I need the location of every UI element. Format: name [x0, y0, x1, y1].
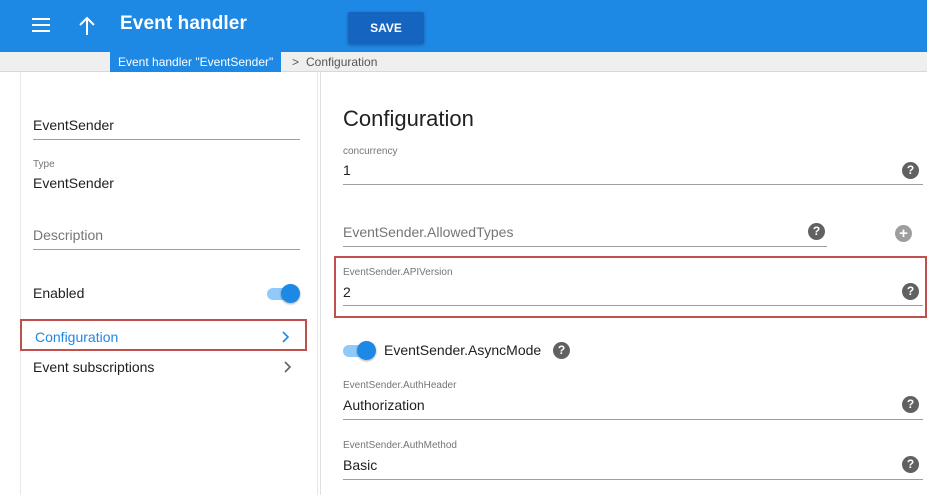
api-version-label: EventSender.APIVersion	[343, 267, 453, 278]
help-icon[interactable]: ?	[902, 283, 919, 300]
sidebar-item-label: Configuration	[35, 329, 119, 345]
auth-header-field-underline	[343, 419, 923, 420]
description-field[interactable]: Description	[33, 227, 103, 243]
enabled-label: Enabled	[33, 285, 85, 301]
name-field-underline	[33, 139, 300, 140]
async-mode-label: EventSender.AsyncMode	[384, 342, 542, 358]
auth-method-field-underline	[343, 479, 923, 480]
description-field-underline	[33, 249, 300, 250]
enabled-toggle[interactable]	[267, 283, 301, 303]
section-title: Configuration	[343, 106, 474, 131]
breadcrumb-separator-icon: >	[292, 55, 300, 69]
add-circle-icon[interactable]: +	[895, 225, 912, 242]
api-version-field[interactable]: 2	[343, 284, 351, 300]
save-button[interactable]: SAVE	[348, 12, 424, 44]
breadcrumb-current: Configuration	[306, 55, 378, 69]
auth-method-label: EventSender.AuthMethod	[343, 440, 457, 451]
help-icon[interactable]: ?	[808, 223, 825, 240]
api-version-highlight	[334, 256, 927, 318]
auth-header-label: EventSender.AuthHeader	[343, 380, 457, 391]
help-icon[interactable]: ?	[902, 456, 919, 473]
chevron-right-icon	[282, 331, 290, 343]
concurrency-label: concurrency	[343, 146, 398, 157]
type-label: Type	[33, 159, 55, 170]
sidebar-item-configuration[interactable]: Configuration	[20, 319, 307, 351]
chevron-right-icon	[284, 361, 292, 373]
type-value: EventSender	[33, 175, 114, 191]
concurrency-field[interactable]: 1	[343, 162, 351, 178]
auth-method-field[interactable]: Basic	[343, 457, 377, 473]
help-icon[interactable]: ?	[553, 342, 570, 359]
allowed-types-field-underline	[343, 246, 827, 247]
help-icon[interactable]: ?	[902, 396, 919, 413]
panel-divider	[320, 72, 321, 495]
app-bar: Event handler SAVE	[0, 0, 927, 52]
help-icon[interactable]: ?	[902, 162, 919, 179]
concurrency-field-underline	[343, 184, 923, 185]
breadcrumb: Event handler "EventSender" > Configurat…	[0, 52, 927, 72]
name-field[interactable]: EventSender	[33, 117, 114, 133]
allowed-types-field[interactable]: EventSender.AllowedTypes	[343, 224, 513, 240]
async-mode-toggle[interactable]	[343, 340, 377, 360]
hamburger-menu-icon[interactable]	[32, 18, 50, 32]
page-title: Event handler	[120, 13, 247, 34]
breadcrumb-parent-link[interactable]: Event handler "EventSender"	[110, 52, 282, 72]
api-version-field-underline	[343, 305, 923, 306]
sidebar-item-label: Event subscriptions	[33, 359, 155, 375]
arrow-up-icon[interactable]	[78, 16, 96, 36]
sidebar-item-event-subscriptions[interactable]: Event subscriptions	[20, 351, 307, 383]
auth-header-field[interactable]: Authorization	[343, 397, 425, 413]
